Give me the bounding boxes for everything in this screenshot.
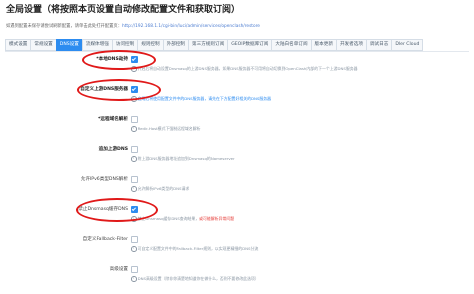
tab-debug-log[interactable]: 调试日志	[365, 39, 392, 51]
page-title: 全局设置（将按照本页设置自动修改配置文件和获取订阅）	[6, 5, 241, 15]
tab-divider	[5, 51, 469, 52]
info-icon: i	[131, 156, 137, 162]
setting-description: i 启用后将使用配置文件中的DNS服务器，请先在下方配置好相关的DNS服务器	[131, 96, 271, 102]
setting-label: 自定义上游DNS服务器	[80, 87, 128, 92]
advanced-settings-checkbox[interactable]	[131, 266, 138, 273]
setting-description: i 禁止Dnsmasq缓存DNS查询结果，或可能解析异常问题	[131, 216, 234, 222]
info-icon: i	[131, 96, 137, 102]
info-icon: i	[131, 126, 137, 132]
url-notice-text: 如遇到配置未保存请尝试刷新配置，请单击此处打开配置页：	[6, 24, 123, 29]
remote-dns-resolve-checkbox[interactable]	[131, 116, 138, 123]
info-icon: i	[131, 246, 137, 252]
setting-label: *本地DNS劫持	[96, 57, 128, 62]
setting-label: 自定义Fallback-Filter	[82, 237, 128, 242]
tab-china-whitelist[interactable]: 大陆白名单订阅	[271, 39, 311, 51]
info-icon: i	[131, 66, 137, 72]
tab-rules[interactable]: 规则控制	[137, 39, 163, 51]
tab-updates[interactable]: 版本更新	[310, 39, 336, 51]
setting-label: 高级设置	[109, 267, 128, 272]
info-icon: i	[131, 186, 137, 192]
ipv6-dns-checkbox[interactable]	[131, 176, 138, 183]
tab-dns[interactable]: DNS设置	[55, 39, 82, 51]
setting-label: 追加上游DNS	[98, 147, 128, 152]
tab-geoip[interactable]: GEOIP数据库订阅	[227, 39, 272, 51]
tab-dler-cloud[interactable]: Dler Cloud	[391, 39, 424, 51]
disable-dnsmasq-cache-checkbox[interactable]	[131, 206, 138, 213]
setting-label: *远程域名解析	[98, 117, 128, 122]
append-upstream-dns-checkbox[interactable]	[131, 146, 138, 153]
fallback-filter-checkbox[interactable]	[131, 236, 138, 243]
local-dns-hijack-checkbox[interactable]	[131, 56, 138, 63]
tab-third-party-rules[interactable]: 第三方规则订阅	[188, 39, 228, 51]
info-icon: i	[131, 276, 137, 282]
setting-description: i 可自定义配置文件中的Fallback-Filter规则，以实现更精细的DNS分…	[131, 246, 258, 252]
setting-description: i 开启后将自动设置Dnsmasq的上游DNS服务器，如果DNS服务器不可用将自动…	[131, 66, 358, 72]
config-url-link[interactable]: http://192.168.1.1/cgi-bin/luci/admin/se…	[122, 24, 260, 29]
setting-label: 禁止Dnsmasq缓存DNS	[78, 207, 128, 212]
tab-mode[interactable]: 模式设置	[5, 39, 31, 51]
tab-developer[interactable]: 开发者选项	[335, 39, 366, 51]
config-url-notice: 如遇到配置未保存请尝试刷新配置，请单击此处打开配置页：http://192.16…	[6, 21, 466, 33]
tab-access-control[interactable]: 访问控制	[111, 39, 138, 51]
tab-streaming[interactable]: 流媒体增强	[81, 39, 112, 51]
custom-upstream-dns-checkbox[interactable]	[131, 86, 138, 93]
setting-description: i Redir-Host模式下强制远程域名解析	[131, 126, 200, 132]
setting-description: i 附上游DNS服务器地址追加到Dnsmasq的Nameserver	[131, 156, 235, 162]
tab-general[interactable]: 常规设置	[30, 39, 56, 51]
settings-tabs: 模式设置 常规设置 DNS设置 流媒体增强 访问控制 规则控制 外部控制 第三方…	[5, 39, 469, 51]
info-icon: i	[131, 216, 137, 222]
tab-external-control[interactable]: 外部控制	[162, 39, 189, 51]
setting-description: i 允许解析IPv6类型的DNS请求	[131, 186, 189, 192]
setting-description: i DNS高级设置（除非你清楚地知道你在做什么，否则不要修改此选项）	[131, 276, 259, 282]
setting-label: 允许IPv6类型DNS解析	[80, 177, 128, 182]
